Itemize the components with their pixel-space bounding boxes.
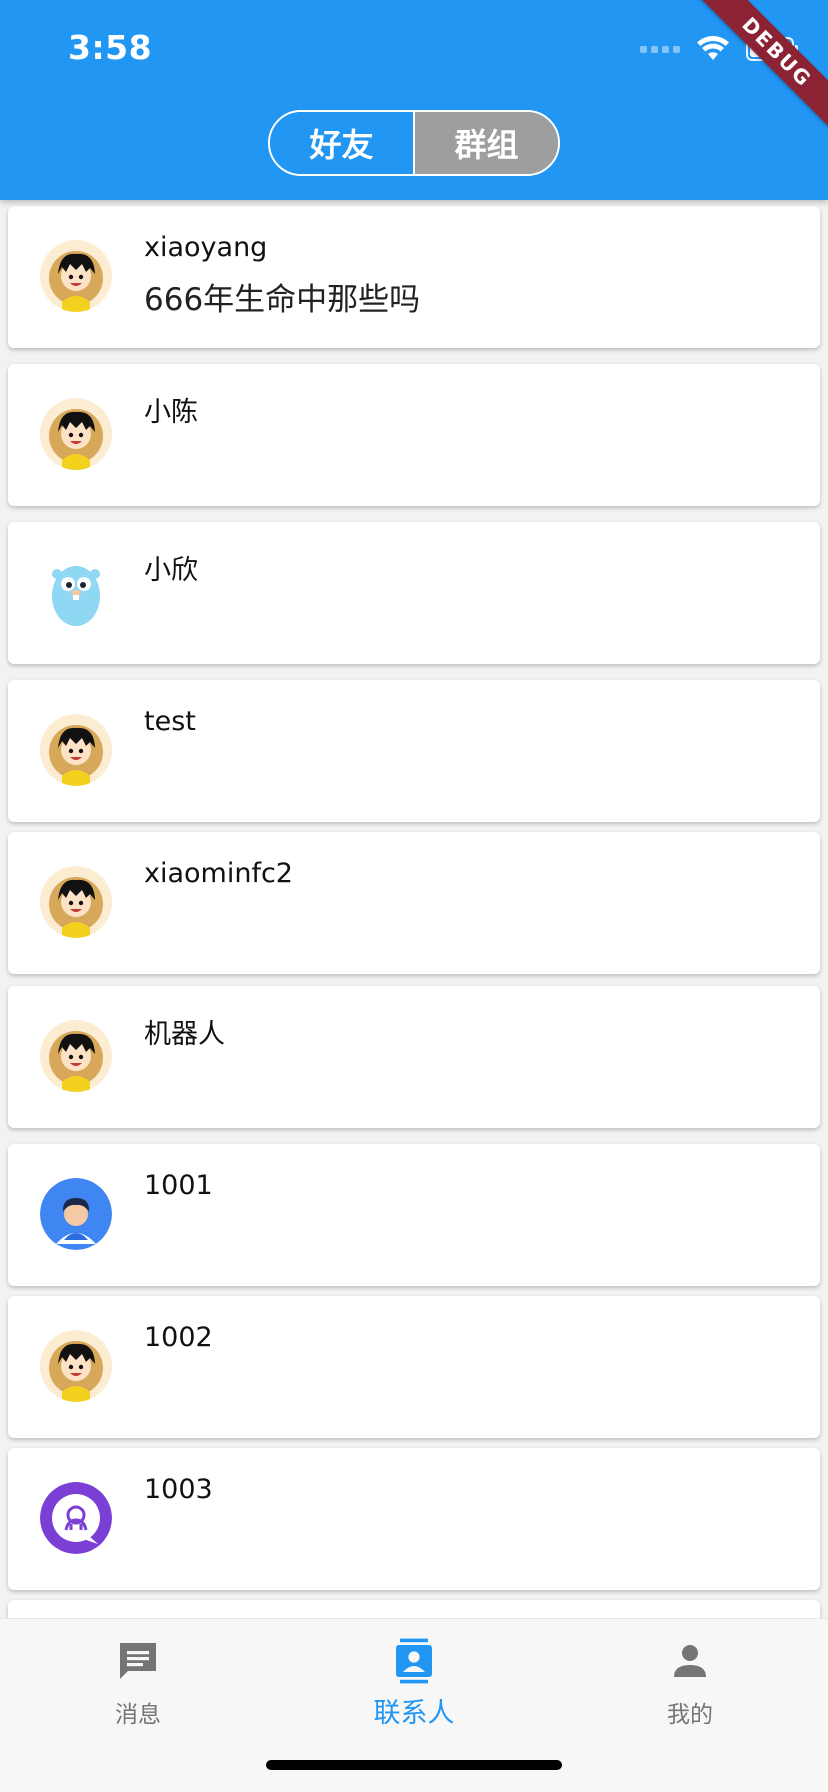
chat-bubble-icon bbox=[120, 1643, 156, 1679]
purple-chat-avatar bbox=[40, 1482, 112, 1554]
contact-name: 1003 bbox=[144, 1474, 213, 1505]
contact-name: 1002 bbox=[144, 1322, 213, 1353]
contact-card-robot[interactable]: 机器人 bbox=[8, 986, 820, 1128]
contact-card-1001[interactable]: 1001 bbox=[8, 1144, 820, 1286]
nav-messages[interactable]: 消息 bbox=[58, 1637, 218, 1729]
tab-friends[interactable]: 好友 bbox=[270, 112, 415, 174]
nav-contacts-label: 联系人 bbox=[373, 1698, 455, 1729]
contact-subtitle: 666年生命中那些吗 bbox=[144, 282, 421, 318]
contact-card-xiaominfc2[interactable]: xiaominfc2 bbox=[8, 832, 820, 974]
nav-messages-label: 消息 bbox=[115, 1702, 161, 1728]
cartoon-boy-avatar bbox=[40, 398, 112, 470]
contact-name: 1001 bbox=[144, 1170, 213, 1201]
cartoon-boy-avatar bbox=[40, 1330, 112, 1402]
contacts-list[interactable]: xiaoyang 666年生命中那些吗 小陈 小欣 test xiaominfc… bbox=[0, 200, 828, 1618]
app-header: 3:58 DEBUG 好友 群组 bbox=[0, 0, 828, 200]
blue-person-avatar bbox=[40, 1178, 112, 1250]
tab-groups[interactable]: 群组 bbox=[415, 112, 558, 174]
contact-card-1003[interactable]: 1003 bbox=[8, 1448, 820, 1590]
person-icon bbox=[674, 1645, 706, 1677]
contacts-card-icon bbox=[396, 1638, 432, 1684]
contact-name: test bbox=[144, 706, 196, 737]
contact-card-xiaochen[interactable]: 小陈 bbox=[8, 364, 820, 506]
contact-card-test[interactable]: test bbox=[8, 680, 820, 822]
contact-name: 小欣 bbox=[144, 555, 198, 586]
cartoon-boy-avatar bbox=[40, 714, 112, 786]
contact-name: 小陈 bbox=[144, 397, 198, 428]
contact-card-xiaoyang[interactable]: xiaoyang 666年生命中那些吗 bbox=[8, 206, 820, 348]
nav-me-label: 我的 bbox=[667, 1702, 713, 1728]
blue-gopher-avatar bbox=[40, 556, 112, 628]
contact-name: xiaoyang bbox=[144, 232, 268, 263]
nav-me[interactable]: 我的 bbox=[610, 1637, 770, 1729]
home-indicator bbox=[266, 1760, 562, 1770]
wifi-icon bbox=[697, 36, 729, 60]
contact-card-1002[interactable]: 1002 bbox=[8, 1296, 820, 1438]
friends-groups-toggle: 好友 群组 bbox=[268, 110, 560, 176]
status-time: 3:58 bbox=[68, 28, 153, 67]
contact-name: 机器人 bbox=[144, 1019, 225, 1050]
cartoon-boy-avatar bbox=[40, 240, 112, 312]
cartoon-boy-avatar bbox=[40, 1020, 112, 1092]
debug-banner: DEBUG bbox=[698, 0, 828, 131]
cellular-signal-icon bbox=[640, 45, 680, 53]
contact-card-xiaoxin[interactable]: 小欣 bbox=[8, 522, 820, 664]
contact-card-partial[interactable] bbox=[8, 1600, 820, 1618]
cartoon-boy-avatar bbox=[40, 866, 112, 938]
contact-name: xiaominfc2 bbox=[144, 858, 293, 889]
nav-contacts[interactable]: 联系人 bbox=[334, 1637, 494, 1730]
